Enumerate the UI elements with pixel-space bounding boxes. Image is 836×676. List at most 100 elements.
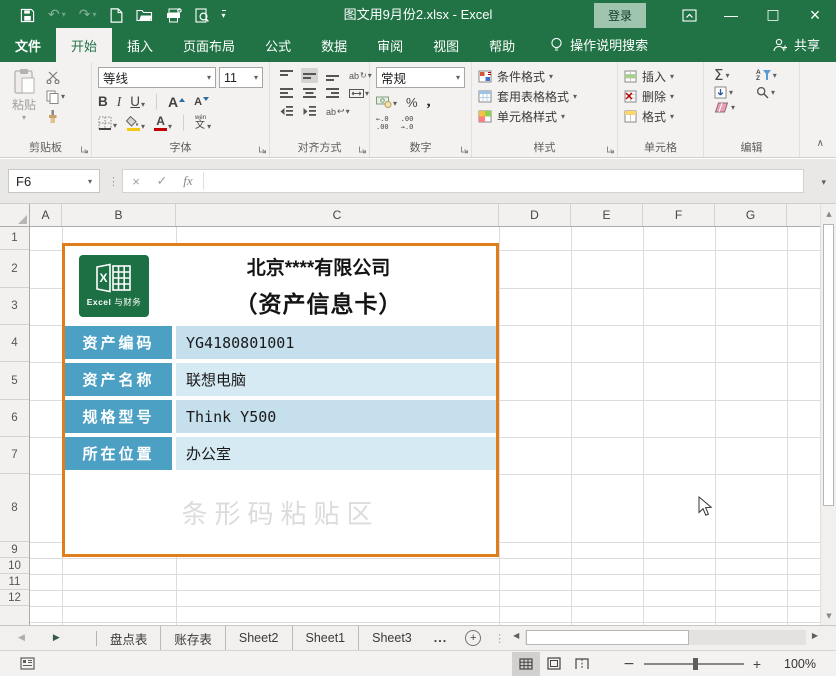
expand-formula-bar-button[interactable]: ▾ [821, 177, 826, 188]
tab-review[interactable]: 审阅 [362, 28, 418, 62]
decrease-indent-button[interactable] [278, 104, 295, 119]
add-sheet-button[interactable]: + [465, 630, 481, 646]
tell-me-search[interactable]: 操作说明搜索 [550, 35, 648, 62]
scroll-up-button[interactable]: ▲ [821, 205, 836, 222]
field-value-location[interactable]: 办公室 [176, 437, 496, 470]
select-all-button[interactable] [0, 204, 30, 227]
formula-input[interactable] [206, 170, 803, 192]
underline-button[interactable]: U▾ [130, 95, 145, 109]
align-right-button[interactable] [324, 86, 341, 101]
accounting-format-button[interactable]: ▾ [376, 96, 397, 108]
zoom-out-button[interactable]: − [618, 656, 640, 672]
number-format-combo[interactable]: 常规▾ [376, 67, 465, 88]
tab-file[interactable]: 文件 [0, 28, 56, 62]
row-header-7[interactable]: 7 [0, 437, 29, 474]
copy-button[interactable]: ▾ [46, 90, 65, 104]
phonetic-guide-button[interactable]: wén文▾ [195, 116, 211, 131]
sheet-tabs-overflow[interactable]: ... [425, 631, 456, 645]
row-header-2[interactable]: 2 [0, 250, 29, 288]
insert-cells-button[interactable]: 插入▾ [624, 68, 697, 85]
macro-record-icon[interactable] [20, 657, 35, 670]
wrap-text-button[interactable]: ab↩▾ [324, 105, 352, 119]
decrease-font-button[interactable]: A [194, 97, 209, 108]
view-page-break-button[interactable] [568, 652, 596, 676]
align-bottom-button[interactable] [324, 68, 341, 83]
view-normal-button[interactable] [512, 652, 540, 676]
undo-icon[interactable]: ↶▾ [48, 8, 66, 22]
enter-button[interactable]: ✓ [149, 174, 175, 189]
row-header-4[interactable]: 4 [0, 325, 29, 362]
format-cells-button[interactable]: 格式▾ [624, 108, 697, 125]
font-name-combo[interactable]: 等线▾ [98, 67, 216, 88]
row-header-5[interactable]: 5 [0, 362, 29, 400]
fill-color-button[interactable]: ▾ [126, 116, 145, 131]
comma-style-button[interactable]: , [427, 93, 431, 111]
decrease-decimal-button[interactable]: .00→.0 [401, 116, 414, 131]
minimize-button[interactable]: — [710, 0, 752, 30]
maximize-button[interactable]: □ [752, 0, 794, 30]
sheet-next-button[interactable]: ▶ [53, 633, 60, 643]
align-center-button[interactable] [301, 86, 318, 101]
sheet-tab-sheet2[interactable]: Sheet2 [226, 626, 293, 650]
tab-page-layout[interactable]: 页面布局 [168, 28, 250, 62]
sheet-tab-sheet1[interactable]: Sheet1 [293, 626, 360, 650]
font-size-combo[interactable]: 11▾ [219, 67, 263, 88]
sheet-tab-pandianbiao[interactable]: 盘点表 [97, 626, 162, 650]
row-header-12[interactable]: 12 [0, 590, 29, 606]
increase-decimal-button[interactable]: ←.0.00 [376, 116, 389, 131]
fill-button[interactable]: ▾ [714, 86, 750, 99]
column-header-G[interactable]: G [715, 204, 787, 226]
new-file-icon[interactable] [110, 8, 123, 23]
conditional-formatting-button[interactable]: 条件格式▾ [478, 68, 611, 85]
cancel-button[interactable]: × [123, 174, 149, 189]
scroll-left-button[interactable]: ◀ [513, 631, 519, 640]
dialog-launcher-font[interactable] [258, 145, 267, 154]
name-box-dropdown-icon[interactable]: ▾ [88, 177, 92, 186]
sheet-tab-sheet3[interactable]: Sheet3 [359, 626, 425, 650]
redo-icon[interactable]: ↷▾ [79, 8, 97, 22]
close-button[interactable]: × [794, 0, 836, 30]
paste-dropdown-icon[interactable]: ▾ [22, 114, 26, 122]
dialog-launcher-alignment[interactable] [358, 145, 367, 154]
cut-button[interactable] [46, 71, 65, 84]
field-value-asset-name[interactable]: 联想电脑 [176, 363, 496, 396]
save-icon[interactable] [20, 8, 35, 23]
vertical-scrollbar[interactable]: ▲ ▼ [820, 204, 836, 625]
zoom-in-button[interactable]: + [748, 656, 766, 672]
borders-button[interactable]: ▾ [98, 116, 117, 130]
format-as-table-button[interactable]: 套用表格格式▾ [478, 88, 611, 105]
clear-button[interactable]: ▾ [714, 102, 750, 113]
sheet-prev-button[interactable]: ◀ [18, 633, 25, 643]
font-color-button[interactable]: A▾ [154, 116, 172, 131]
increase-indent-button[interactable] [301, 104, 318, 119]
column-header-B[interactable]: B [62, 204, 176, 226]
delete-cells-button[interactable]: 删除▾ [624, 88, 697, 105]
align-middle-button[interactable] [301, 68, 318, 83]
bold-button[interactable]: B [98, 95, 108, 109]
row-header-10[interactable]: 10 [0, 558, 29, 574]
horizontal-scroll-thumb[interactable] [526, 630, 689, 645]
row-header-1[interactable]: 1 [0, 227, 29, 250]
zoom-level[interactable]: 100% [778, 657, 816, 671]
row-header-3[interactable]: 3 [0, 288, 29, 325]
row-header-6[interactable]: 6 [0, 400, 29, 437]
column-header-A[interactable]: A [30, 204, 62, 226]
undo-dropdown-icon[interactable]: ▾ [62, 11, 66, 19]
align-top-button[interactable] [278, 68, 295, 83]
redo-dropdown-icon[interactable]: ▾ [92, 11, 96, 19]
find-select-button[interactable]: ▾ [756, 86, 792, 99]
print-preview-icon[interactable] [195, 8, 209, 23]
merge-center-button[interactable]: ▾ [347, 86, 371, 101]
sort-filter-button[interactable]: AZ▾ [756, 68, 792, 83]
tab-scroll-splitter[interactable]: ⋮ [494, 632, 505, 645]
sheet-tab-zhangcunbiao[interactable]: 账存表 [161, 626, 226, 650]
print-icon[interactable] [166, 8, 182, 23]
increase-font-button[interactable]: A [168, 95, 185, 109]
dialog-launcher-number[interactable] [460, 145, 469, 154]
italic-button[interactable]: I [117, 95, 122, 109]
scroll-right-button[interactable]: ▶ [812, 631, 818, 640]
tab-view[interactable]: 视图 [418, 28, 474, 62]
paste-button[interactable]: 粘贴 ▾ [2, 65, 46, 141]
autosum-button[interactable]: Σ▾ [714, 68, 750, 83]
field-value-asset-code[interactable]: YG4180801001 [176, 326, 496, 359]
